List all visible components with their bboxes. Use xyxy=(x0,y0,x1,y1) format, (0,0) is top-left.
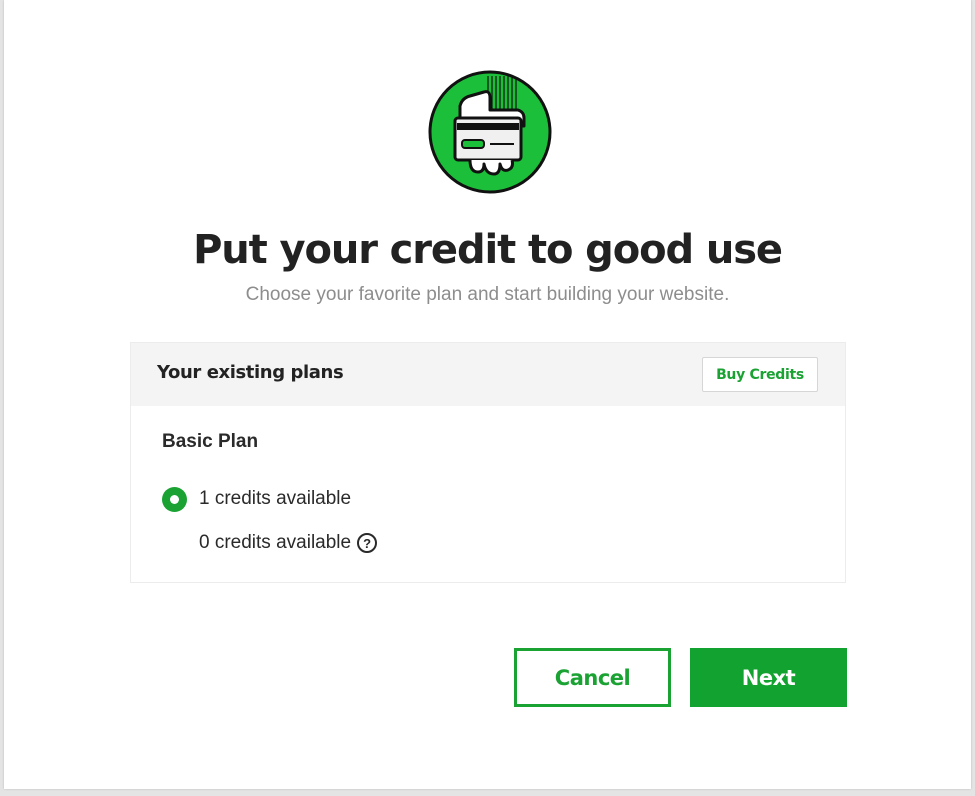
existing-plans-header: Your existing plans Buy Credits xyxy=(131,343,845,406)
existing-plans-title: Your existing plans xyxy=(157,362,344,383)
existing-plans-panel: Your existing plans Buy Credits Basic Pl… xyxy=(130,342,846,583)
plan-name: Basic Plan xyxy=(162,431,259,452)
page-subtitle: Choose your favorite plan and start buil… xyxy=(245,284,730,305)
credits-option-label: 1 credits available xyxy=(199,488,352,509)
hand-holding-credit-card-icon xyxy=(428,70,552,194)
question-circle-icon[interactable]: ? xyxy=(357,533,378,553)
credits-option-selected[interactable]: 1 credits available xyxy=(162,486,351,512)
credits-option-unavailable: 0 credits available ? xyxy=(199,530,378,556)
credits-option-label: 0 credits available xyxy=(199,532,352,553)
radio-selected-icon[interactable] xyxy=(162,486,187,512)
credit-dialog: Put your credit to good use Choose your … xyxy=(4,0,971,789)
next-button[interactable]: Next xyxy=(690,648,847,707)
buy-credits-button[interactable]: Buy Credits xyxy=(702,357,818,392)
cancel-button[interactable]: Cancel xyxy=(514,648,671,707)
page-title: Put your credit to good use xyxy=(193,227,783,273)
